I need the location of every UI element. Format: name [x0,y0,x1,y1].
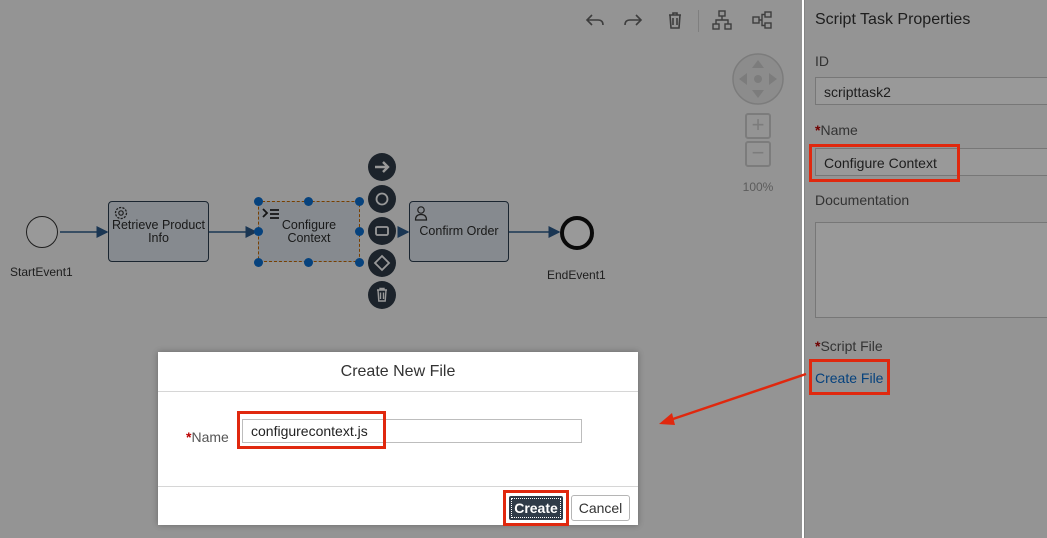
cancel-button[interactable]: Cancel [571,495,630,521]
file-name-label-text: Name [191,429,229,445]
file-name-label: *Name [186,429,229,445]
create-new-file-dialog: Create New File *Name configurecontext.j… [158,352,638,526]
dialog-title: Create New File [158,352,638,392]
highlight-file-name-input [237,411,386,449]
dialog-footer: Create Cancel [158,486,638,526]
highlight-create-button [503,490,569,526]
